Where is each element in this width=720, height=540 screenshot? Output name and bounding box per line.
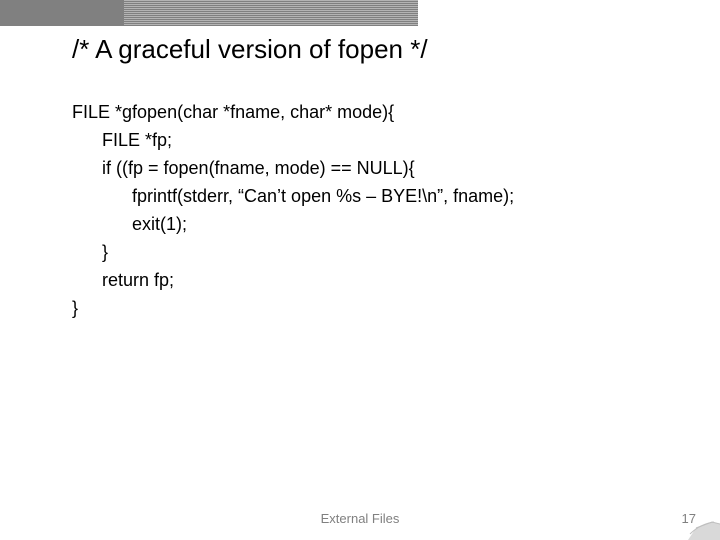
bar-solid-segment [0, 0, 124, 26]
bar-striped-segment [124, 0, 418, 26]
slide-title: /* A graceful version of fopen */ [72, 34, 428, 65]
code-line: } [72, 298, 78, 318]
slide: /* A graceful version of fopen */ FILE *… [0, 0, 720, 540]
code-line: FILE *fp; [72, 130, 172, 150]
code-line: exit(1); [72, 214, 187, 234]
code-line: fprintf(stderr, “Can’t open %s – BYE!\n”… [72, 186, 514, 206]
footer-title: External Files [0, 511, 720, 526]
code-line: if ((fp = fopen(fname, mode) == NULL){ [72, 158, 415, 178]
code-line: } [72, 242, 108, 262]
code-block: FILE *gfopen(char *fname, char* mode){ F… [72, 98, 514, 322]
page-number: 17 [682, 511, 696, 526]
code-line: return fp; [72, 270, 174, 290]
top-decoration-bar [0, 0, 720, 26]
code-line: FILE *gfopen(char *fname, char* mode){ [72, 102, 394, 122]
